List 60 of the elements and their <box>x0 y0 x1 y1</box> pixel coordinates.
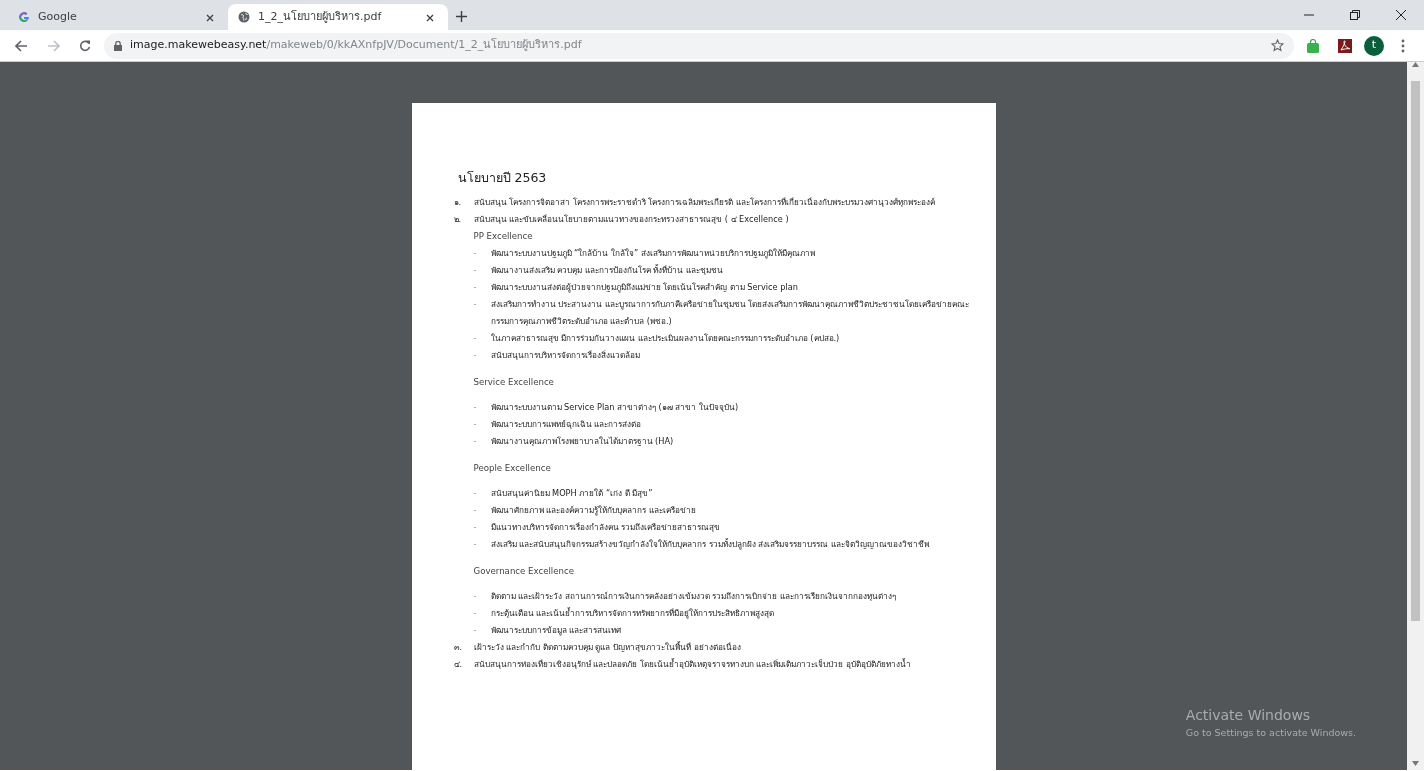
url-text: image.makewebeasy.net/makeweb/0/kkAXnfpJV/Document/1_2_นโยบายผู้บริหาร.pdf <box>130 37 582 54</box>
list-marker: - <box>473 520 478 534</box>
list-marker: - <box>473 246 478 260</box>
list-item-text: พัฒนาระบบงานส่งต่อผู้ป่วยจากปฐมภูมิถึงแม่ข่าย โดยเน้นโรคสำคัญ ตาม Service plan <box>490 280 798 295</box>
profile-avatar[interactable]: t <box>1364 35 1384 56</box>
list-marker: - <box>473 280 478 294</box>
list-marker: - <box>473 400 478 414</box>
section-heading: PP Excellence <box>473 229 534 243</box>
bookmark-star-icon[interactable] <box>1271 39 1284 52</box>
list-item-text: สนับสนุน และขับเคลื่อนนโยบายตามแนวทางของกระทรวงสาธารณสุข ( ๔ Excellence ) <box>473 212 789 226</box>
list-marker: - <box>473 417 478 431</box>
list-item-text: ส่งเสริม และสนับสนุนกิจกรรมสร้างขวัญกำลังใจให้กับบุคลากร รวมทั้งปลูกฝัง ส่งเสริมจรรยาบรรณ และจิตวิญญาณของวิชาชีพ <box>490 537 929 552</box>
list-marker: - <box>473 589 478 603</box>
list-marker: - <box>473 486 478 500</box>
list-item-text: พัฒนาระบบการแพทย์ฉุกเฉิน และการส่งต่อ <box>490 417 642 431</box>
list-marker: ๒. <box>453 212 463 226</box>
list-item-text: พัฒนาระบบการข้อมูล และสารสนเทศ <box>490 623 622 638</box>
browser-tab[interactable]: 1_2_นโยบายผู้บริหาร.pdf <box>228 4 448 30</box>
document-title: นโยบายปี 2563 <box>457 169 548 187</box>
list-marker: - <box>473 537 478 551</box>
list-marker: ๑. <box>453 195 463 209</box>
section-heading: Service Excellence <box>473 375 555 389</box>
browser-tab[interactable]: Google <box>8 4 228 30</box>
list-item-text: พัฒนาศักยภาพ และองค์ความรู้ให้กับบุคลากร และเครือข่าย <box>490 503 696 518</box>
google-logo-icon <box>18 11 30 23</box>
globe-icon <box>238 11 250 23</box>
list-item-text: ในภาคสาธารณสุข มีการร่วมกันวางแผน และประเมินผลงานโดยคณะกรรมการระดับอำเภอ (คปสอ.) <box>490 331 840 345</box>
tab-title: 1_2_นโยบายผู้บริหาร.pdf <box>258 8 382 25</box>
list-marker: - <box>473 348 478 362</box>
list-item-text: สนับสนุนค่านิยม MOPH ภายใต้ “เก่ง ดี มีสุข” <box>490 486 653 500</box>
list-item-text: พัฒนาระบบงานตาม Service Plan สาขาต่างๆ (๑๗ สาขา ในปัจจุบัน) <box>490 400 739 414</box>
scroll-down-icon[interactable] <box>1412 761 1419 766</box>
list-item-text: พัฒนาระบบงานปฐมภูมิ “ใกล้บ้าน ใกล้ใจ” ส่งเสริมการพัฒนาหน่วยบริการปฐมภูมิให้มีคุณภาพ <box>490 246 815 261</box>
list-marker: ๔. <box>453 657 464 671</box>
list-item-text: สนับสนุนการบริหารจัดการเรื่องสิ่งแวดล้อม <box>490 348 640 362</box>
list-marker: - <box>473 503 478 517</box>
list-item-text: พัฒนางานคุณภาพโรงพยาบาลในได้มาตรฐาน (HA) <box>490 434 674 448</box>
section-heading: People Excellence <box>473 461 552 475</box>
list-marker: - <box>473 263 478 277</box>
section-heading: Governance Excellence <box>473 564 575 578</box>
list-item-text: ส่งเสริมการทำงาน ประสานงาน และบูรณาการกับภาคีเครือข่ายในชุมชน โดยส่งเสริมการพัฒนาคุณภาพชีวิตประชาชนโดยเครือข่ายคณะกรรมการคุณภาพชีวิตระดับอำเภอ และตำบล (พชอ.) <box>490 297 971 328</box>
scrollbar[interactable] <box>1407 62 1424 770</box>
address-bar[interactable]: image.makewebeasy.net/makeweb/0/kkAXnfpJV/Document/1_2_นโยบายผู้บริหาร.pdf <box>104 32 1294 59</box>
activation-message: Go to Settings to activate Windows. <box>1185 725 1356 740</box>
list-marker: - <box>473 331 478 345</box>
list-item-text: มีแนวทางบริหารจัดการเรื่องกำลังคน รวมถึงเครือข่ายสาธารณสุข <box>490 520 721 534</box>
list-item-text: เฝ้าระวัง และกำกับ ติดตามควบคุม ดูแล ปัญหาสุขภาวะในพื้นที่ อย่างต่อเนื่อง <box>473 640 741 655</box>
lock-icon <box>114 40 122 51</box>
list-marker: - <box>473 623 478 637</box>
list-item-text: กระตุ้นเตือน และเน้นย้ำการบริหารจัดการทรัพยากรที่มีอยู่ให้การประสิทธิภาพสูงสุด <box>490 606 775 621</box>
tab-title: Google <box>38 8 77 25</box>
list-marker: - <box>473 297 478 311</box>
list-marker: - <box>473 434 478 448</box>
list-item-text: สนับสนุน โครงการจิตอาสา โครงการพระราชดำริ โครงการเฉลิมพระเกียรติ และโครงการที่เกี่ยวเนื่องกับพระบรมวงศานุวงศ์ทุกพระองค์ <box>473 195 935 209</box>
activation-title: Activate Windows <box>1185 705 1312 725</box>
list-item-text: พัฒนางานส่งเสริม ควบคุม และการป้องกันโรค ทั้งที่บ้าน และชุมชน <box>490 263 723 277</box>
list-item-text: ติดตาม และเฝ้าระวัง สถานการณ์การเงินการคลังอย่างเข้มงวด รวมถึงการเบิกจ่าย และการเรียกเงินจากกองทุนต่างๆ <box>490 589 896 603</box>
list-marker: ๓. <box>453 640 464 654</box>
list-marker: - <box>473 606 478 620</box>
list-item-text: สนับสนุนการท่องเที่ยวเชิงอนุรักษ์ และปลอดภัย โดยเน้นย้ำอุบัติเหตุจราจรทางบก และเพิ่มเติมภาวะเจ็บป่วย อุบัติอุบัติภัยทางน้ำ <box>473 657 911 671</box>
